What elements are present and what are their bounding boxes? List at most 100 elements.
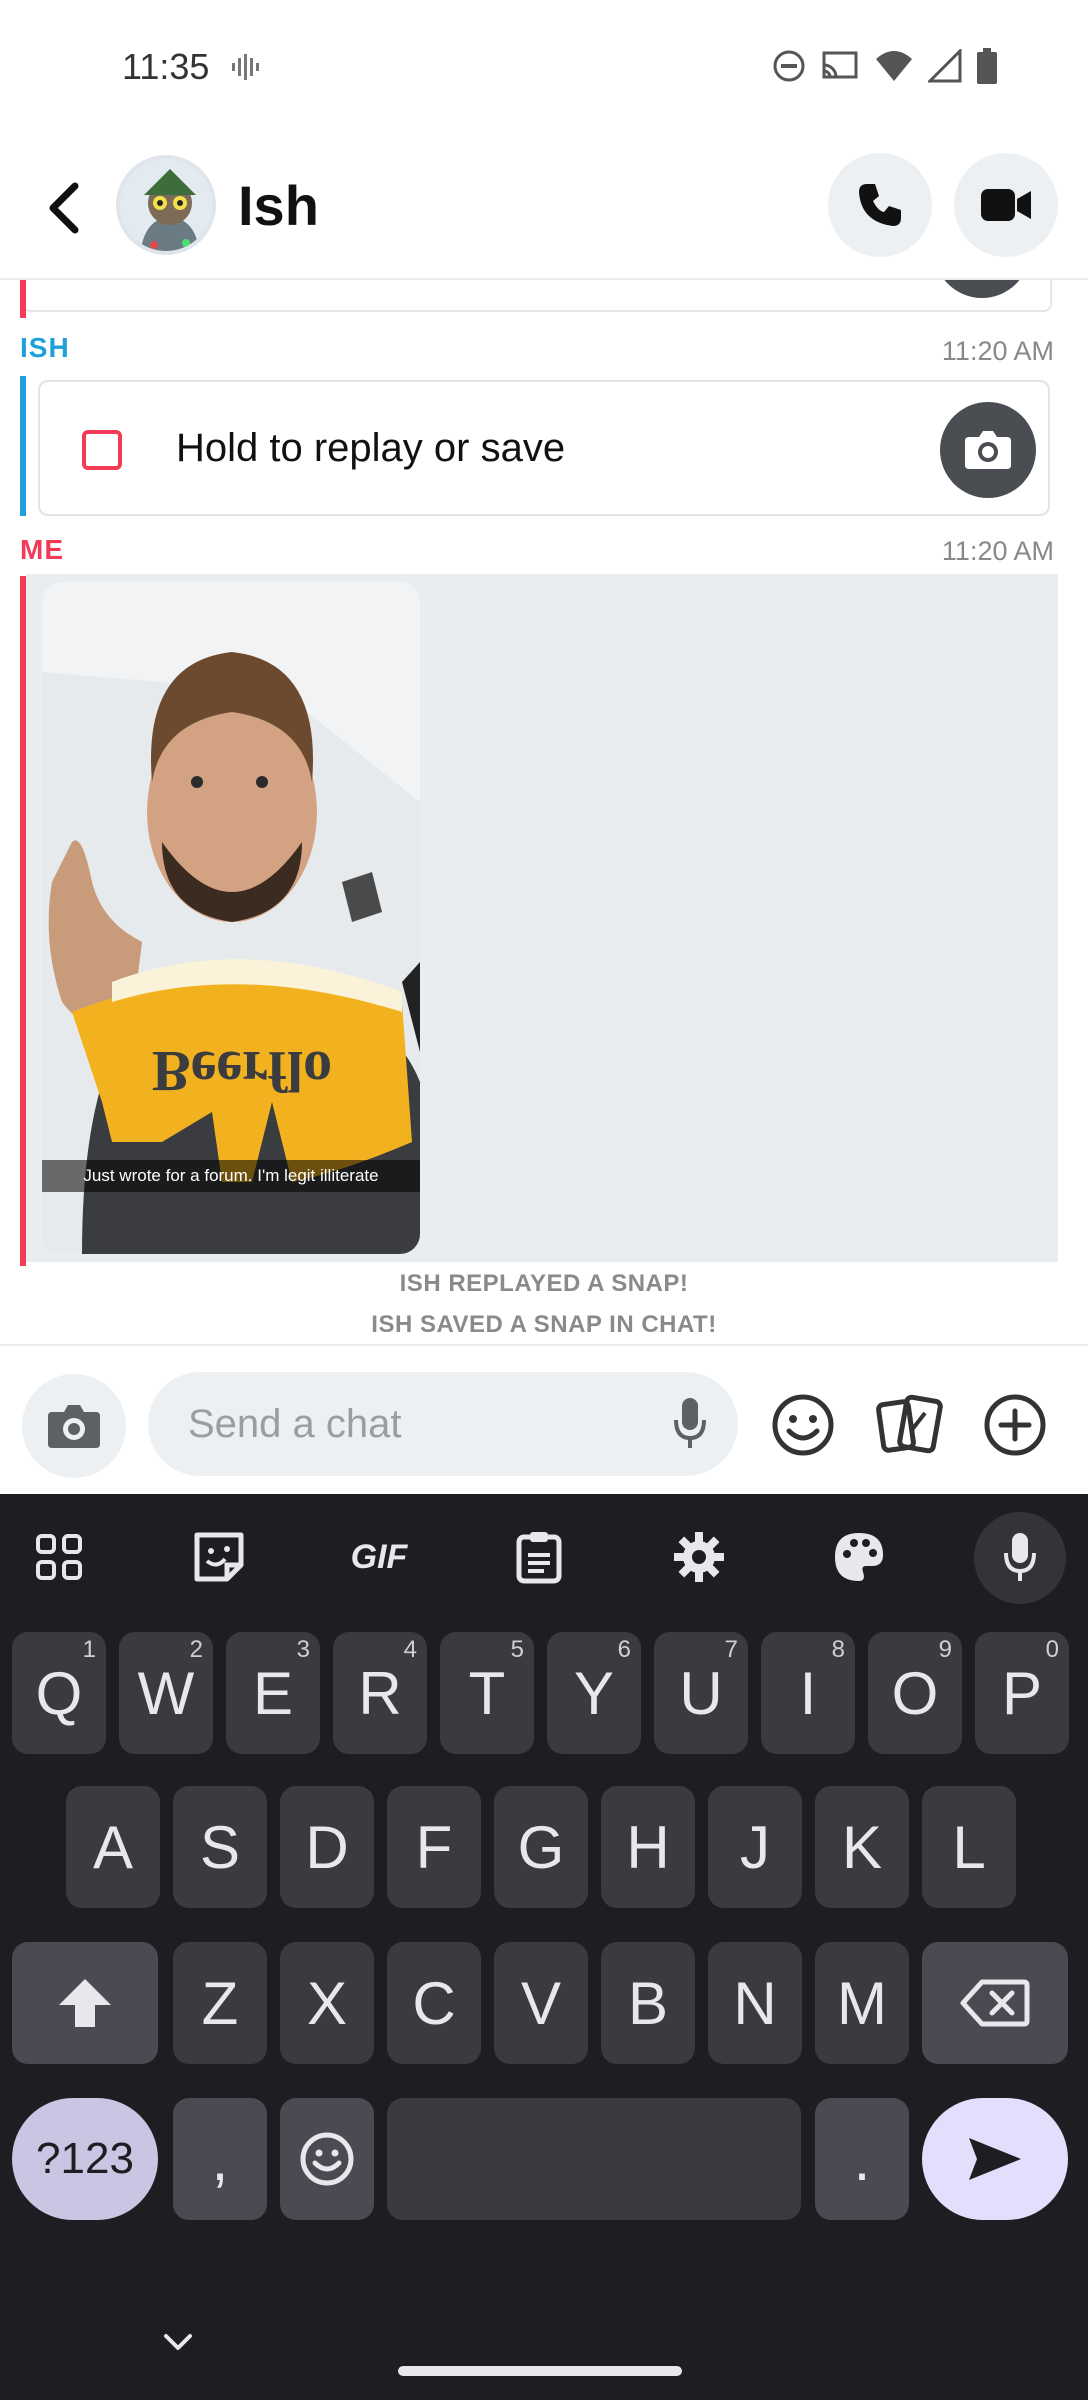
key-f[interactable]: F bbox=[387, 1786, 481, 1908]
plus-icon bbox=[984, 1394, 1046, 1456]
previous-message-card[interactable] bbox=[22, 280, 1052, 312]
key-hint: 2 bbox=[189, 1636, 203, 1663]
key-k[interactable]: K bbox=[815, 1786, 909, 1908]
cards-icon bbox=[876, 1394, 943, 1454]
camera-icon bbox=[48, 1405, 100, 1448]
key-label: Q bbox=[35, 1659, 83, 1727]
back-button[interactable] bbox=[38, 173, 88, 243]
key-l[interactable]: L bbox=[922, 1786, 1016, 1908]
comma-key[interactable]: , bbox=[173, 2098, 267, 2220]
period-key[interactable]: . bbox=[815, 2098, 909, 2220]
chat-header: Ish bbox=[0, 135, 1088, 280]
compose-bar bbox=[0, 1344, 1088, 1494]
theme-button[interactable] bbox=[814, 1512, 904, 1602]
message-time: 11:20 AM bbox=[941, 336, 1054, 366]
microphone-icon[interactable] bbox=[672, 1396, 708, 1457]
space-key[interactable] bbox=[387, 2098, 801, 2220]
photo-message[interactable]: Beerflo Just wrote for a forum. I'm legi… bbox=[42, 582, 420, 1254]
key-g[interactable]: G bbox=[494, 1786, 588, 1908]
clipboard-button[interactable] bbox=[494, 1512, 584, 1602]
key-q[interactable]: Q1 bbox=[12, 1632, 106, 1754]
key-j[interactable]: J bbox=[708, 1786, 802, 1908]
chevron-down-icon bbox=[164, 2334, 192, 2350]
chat-messages[interactable]: ISH 11:20 AM Hold to replay or save ME 1… bbox=[0, 280, 1088, 1344]
voice-input-button[interactable] bbox=[974, 1512, 1066, 1604]
cell-signal-icon bbox=[926, 47, 962, 88]
cards-button[interactable] bbox=[874, 1390, 944, 1460]
gear-icon bbox=[674, 1532, 724, 1582]
key-o[interactable]: O9 bbox=[868, 1632, 962, 1754]
grid-icon bbox=[36, 1534, 82, 1580]
apps-grid-button[interactable] bbox=[14, 1512, 104, 1602]
plus-button[interactable] bbox=[980, 1390, 1050, 1460]
emoji-key[interactable] bbox=[280, 2098, 374, 2220]
sender-label-me: ME bbox=[20, 534, 64, 565]
symbols-key[interactable]: ?123 bbox=[12, 2098, 158, 2220]
camera-button-partial[interactable] bbox=[934, 280, 1030, 298]
key-label: E bbox=[252, 1659, 294, 1727]
key-s[interactable]: S bbox=[173, 1786, 267, 1908]
sticker-button[interactable] bbox=[174, 1512, 264, 1602]
key-v[interactable]: V bbox=[494, 1942, 588, 2064]
video-call-button[interactable] bbox=[954, 153, 1058, 257]
key-label: O bbox=[891, 1659, 939, 1727]
key-u[interactable]: U7 bbox=[654, 1632, 748, 1754]
settings-button[interactable] bbox=[654, 1512, 744, 1602]
key-e[interactable]: E3 bbox=[226, 1632, 320, 1754]
snap-text: Hold to replay or save bbox=[176, 426, 566, 470]
key-m[interactable]: M bbox=[815, 1942, 909, 2064]
key-label: Y bbox=[573, 1659, 615, 1727]
key-r[interactable]: R4 bbox=[333, 1632, 427, 1754]
key-w[interactable]: W2 bbox=[119, 1632, 213, 1754]
key-label: T bbox=[468, 1659, 506, 1727]
send-key[interactable] bbox=[922, 2098, 1068, 2220]
wifi-icon bbox=[874, 49, 914, 88]
backspace-icon bbox=[960, 1979, 1030, 2027]
key-t[interactable]: T5 bbox=[440, 1632, 534, 1754]
home-indicator[interactable] bbox=[398, 2366, 682, 2376]
system-message: ISH REPLAYED A SNAP! bbox=[399, 1270, 689, 1297]
gif-button[interactable]: GIF bbox=[334, 1512, 424, 1602]
photo-caption: Just wrote for a forum. I'm legit illite… bbox=[42, 1160, 420, 1192]
key-h[interactable]: H bbox=[601, 1786, 695, 1908]
key-label: U bbox=[679, 1659, 723, 1727]
key-hint: 0 bbox=[1045, 1636, 1059, 1663]
key-a[interactable]: A bbox=[66, 1786, 160, 1908]
photo-image: Beerflo bbox=[42, 582, 420, 1254]
soundwave-icon bbox=[230, 52, 260, 87]
keyboard: GIF Q1 W2 E3 R4 T5 Y6 U7 I8 O9 P0 A S D … bbox=[0, 1494, 1088, 2400]
shift-key[interactable] bbox=[12, 1942, 158, 2064]
snap-message[interactable]: Hold to replay or save bbox=[38, 380, 1050, 516]
key-x[interactable]: X bbox=[280, 1942, 374, 2064]
status-time: 11:35 bbox=[122, 46, 210, 87]
key-n[interactable]: N bbox=[708, 1942, 802, 2064]
microphone-icon bbox=[1004, 1533, 1036, 1581]
me-bar-prev bbox=[20, 280, 26, 318]
camera-button[interactable] bbox=[22, 1374, 126, 1478]
snap-status-icon bbox=[82, 430, 122, 470]
camera-icon bbox=[965, 431, 1011, 469]
key-label: W bbox=[137, 1659, 195, 1727]
key-d[interactable]: D bbox=[280, 1786, 374, 1908]
shift-icon bbox=[59, 1979, 111, 2027]
snap-camera-button[interactable] bbox=[940, 402, 1036, 498]
key-c[interactable]: C bbox=[387, 1942, 481, 2064]
smiley-button[interactable] bbox=[768, 1390, 838, 1460]
key-b[interactable]: B bbox=[601, 1942, 695, 2064]
chat-input[interactable] bbox=[148, 1372, 738, 1476]
key-i[interactable]: I8 bbox=[761, 1632, 855, 1754]
sticker-icon bbox=[194, 1532, 244, 1582]
key-y[interactable]: Y6 bbox=[547, 1632, 641, 1754]
key-hint: 1 bbox=[82, 1636, 96, 1663]
backspace-key[interactable] bbox=[922, 1942, 1068, 2064]
phone-icon bbox=[859, 184, 901, 226]
voice-call-button[interactable] bbox=[828, 153, 932, 257]
key-hint: 7 bbox=[724, 1636, 738, 1663]
key-p[interactable]: P0 bbox=[975, 1632, 1069, 1754]
hide-keyboard-button[interactable] bbox=[160, 2330, 196, 2359]
avatar[interactable] bbox=[116, 155, 216, 255]
key-z[interactable]: Z bbox=[173, 1942, 267, 2064]
contact-name[interactable]: Ish bbox=[238, 173, 319, 238]
palette-icon bbox=[835, 1533, 883, 1581]
cast-icon bbox=[820, 49, 860, 88]
